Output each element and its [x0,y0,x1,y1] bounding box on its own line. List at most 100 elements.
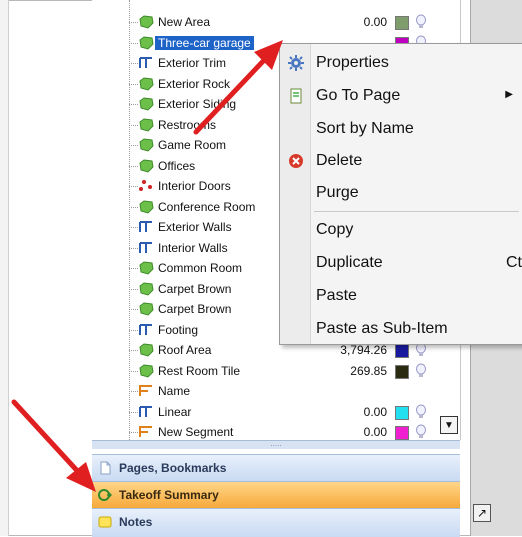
tree-item-label: Exterior Walls [158,220,232,234]
tree-item[interactable]: Rest Room Tile 269.85 [100,361,448,381]
tree-connector [129,165,138,167]
tree-item[interactable]: Name [100,381,448,401]
area-icon [138,281,154,296]
lightbulb-icon[interactable] [415,363,427,379]
tree-connector [129,288,138,290]
takeoff-summary-panel-header[interactable]: Takeoff Summary [92,481,460,508]
tree-item-label: Exterior Siding [158,97,237,111]
area-icon [138,35,154,50]
resize-icon[interactable]: ↗ [473,504,491,522]
color-swatch[interactable] [395,364,409,379]
note-icon [98,515,112,529]
tree-connector [129,370,138,372]
area-icon [138,302,154,316]
area-icon [138,15,154,29]
resize-glyph: ↗ [476,506,488,520]
splitter-grip: ..... [270,439,282,448]
tree-item-label: Footing [158,322,199,337]
tree-item-label: Common Room [158,261,243,275]
menu-item[interactable]: Go To Page ▶ [280,81,522,111]
tree-connector [129,411,138,413]
tree-connector [129,145,138,146]
tree-connector [129,432,138,433]
menu-item[interactable]: Paste as Sub-Item [280,314,522,344]
area-icon [138,76,154,91]
lightbulb-icon[interactable] [415,404,427,420]
tree-item[interactable]: New Area 0.00 [100,12,448,32]
page-icon [288,88,304,104]
lightbulb-icon[interactable] [415,424,427,440]
tree-item-label: Conference Room [158,199,256,214]
menu-item-label: Properties [316,54,389,71]
tree-item-label: Exterior Rock [158,76,231,91]
menu-separator [314,211,519,212]
pages-bookmarks-label: Pages, Bookmarks [119,461,227,475]
tree-connector [129,247,138,249]
tree-item-label: New Area [158,15,211,29]
tree-item[interactable]: Linear 0.00 [100,402,448,422]
segment-icon [138,384,154,398]
pages-bookmarks-panel-header[interactable]: Pages, Bookmarks [92,454,460,481]
delete-icon [288,153,304,169]
area-icon [138,363,154,378]
segment-icon [138,425,154,439]
menu-item[interactable]: Purge [280,178,522,208]
tree-item-value: 269.85 [350,363,387,378]
menu-item-label: Sort by Name [316,120,414,137]
color-swatch[interactable] [395,405,409,420]
menu-item[interactable]: Delete [280,146,522,176]
tree-item-value: 0.00 [363,425,387,439]
linear-icon [138,241,154,255]
panel-splitter[interactable]: ..... [92,440,460,449]
tree-item-label: Game Room [158,138,227,152]
left-edge [0,0,9,536]
takeoff-icon [98,488,113,502]
tree-item-label: Linear [158,404,192,419]
tree-item-label: Offices [158,158,196,173]
area-icon [138,158,154,173]
tree-item-value: 0.00 [363,404,387,419]
submenu-arrow-icon: ▶ [505,89,513,100]
tree-connector [129,42,138,44]
tree-item-label: Carpet Brown [158,281,232,296]
menu-item-label: Duplicate [316,254,383,271]
tree-item-value: 0.00 [363,15,387,29]
tree-item-label: Interior Doors [158,179,231,193]
linear-icon [138,323,154,337]
tree-connector [129,350,138,351]
tree-item-label: Exterior Trim [158,56,227,70]
notes-panel-header[interactable]: Notes [92,508,460,537]
takeoff-summary-label: Takeoff Summary [119,488,219,502]
tree-connector [129,206,138,208]
area-icon [138,117,154,132]
tree-item-label: Restrooms [158,117,217,132]
color-swatch[interactable] [395,344,409,358]
tree-connector [129,124,138,126]
tree-connector [129,329,138,331]
page-icon [98,461,112,475]
tree-item-label: Carpet Brown [158,302,232,316]
menu-item-label: Paste [316,287,357,304]
lightbulb-icon[interactable] [415,14,427,30]
count-icon [138,179,154,193]
color-swatch[interactable] [395,16,409,30]
menu-item[interactable]: Paste [280,281,522,311]
tree-item-label: Interior Walls [158,240,228,255]
tree-connector [129,186,138,187]
tree-connector [129,391,138,392]
tree-item-label: Three-car garage [155,35,254,50]
tree-connector [129,83,138,85]
menu-item[interactable]: Duplicate Ctr [280,248,522,278]
color-swatch[interactable] [395,426,409,440]
tree-item-value: 3,794.26 [340,343,387,357]
scroll-down-button[interactable]: ▼ [440,416,458,434]
tree-item-label: Name [158,384,191,398]
linear-icon [138,405,154,419]
menu-item[interactable]: Copy [280,215,522,245]
menu-item-label: Go To Page [316,87,401,104]
area-icon [138,138,154,152]
tree-connector [129,268,138,269]
menu-item[interactable]: Sort by Name [280,114,522,144]
notes-label: Notes [119,515,153,529]
menu-item[interactable]: Properties [280,48,522,78]
